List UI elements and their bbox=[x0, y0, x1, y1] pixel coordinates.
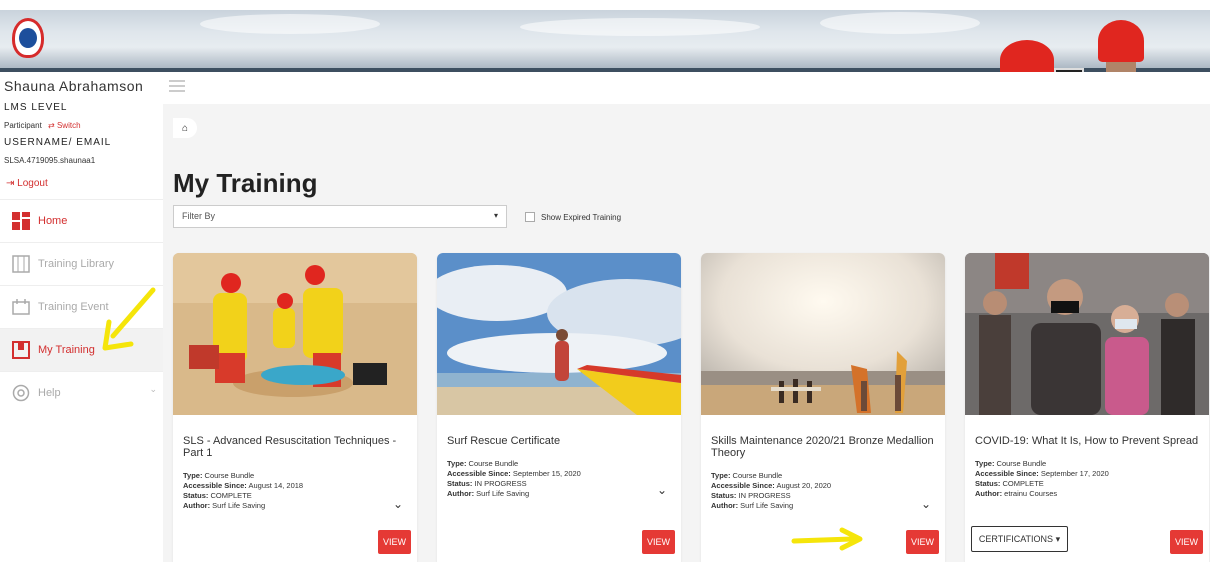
lifesaver-cap-2 bbox=[1098, 20, 1144, 62]
expand-chevron-icon[interactable]: ⌄ bbox=[393, 497, 403, 511]
card-status: IN PROGRESS bbox=[474, 479, 527, 488]
filter-select[interactable]: Filter By ▾ bbox=[173, 205, 507, 228]
card-type: Course Bundle bbox=[732, 471, 783, 480]
card-type: Course Bundle bbox=[468, 459, 519, 468]
training-card: Skills Maintenance 2020/21 Bronze Medall… bbox=[701, 253, 945, 562]
username-value: SLSA.4719095.shaunaa1 bbox=[4, 156, 96, 165]
library-icon bbox=[12, 255, 30, 273]
card-title: Surf Rescue Certificate bbox=[447, 435, 561, 447]
chevron-down-icon: ▾ bbox=[493, 211, 498, 220]
card-status: COMPLETE bbox=[210, 491, 252, 500]
card-title: SLS - Advanced Resuscitation Techniques … bbox=[183, 435, 397, 459]
show-expired-checkbox[interactable] bbox=[525, 212, 535, 222]
event-icon bbox=[12, 299, 30, 315]
hamburger-menu-icon[interactable] bbox=[169, 80, 185, 94]
training-card: Surf Rescue Certificate Type: Course Bun… bbox=[437, 253, 681, 562]
card-type: Course Bundle bbox=[204, 471, 255, 480]
sidebar-item-label: My Training bbox=[38, 344, 95, 356]
caret-down-icon: ▾ bbox=[1053, 533, 1061, 544]
lms-level-label: LMS LEVEL bbox=[4, 102, 68, 113]
logout-link[interactable]: ⇥ Logout bbox=[6, 178, 48, 189]
main-content: ⌂ My Training Filter By ▾ Show Expired T… bbox=[163, 72, 1210, 562]
switch-link[interactable]: ⇄ Switch bbox=[48, 121, 81, 130]
card-author: Surf Life Saving bbox=[212, 501, 266, 510]
home-icon bbox=[12, 212, 30, 230]
card-since: September 17, 2020 bbox=[1040, 469, 1109, 478]
header-banner bbox=[0, 10, 1210, 72]
certifications-button[interactable]: CERTIFICATIONS ▾ bbox=[971, 526, 1068, 552]
show-expired-label: Show Expired Training bbox=[541, 212, 622, 222]
sidebar-item-help[interactable]: Help ⌄ bbox=[0, 371, 163, 414]
sidebar-item-home[interactable]: Home bbox=[0, 199, 163, 242]
banner-cloud bbox=[820, 12, 980, 34]
card-title: COVID-19: What It Is, How to Prevent Spr… bbox=[975, 435, 1199, 447]
view-button[interactable]: VIEW bbox=[642, 530, 675, 554]
sidebar-item-training-library[interactable]: Training Library bbox=[0, 242, 163, 285]
card-image bbox=[701, 253, 945, 415]
card-meta: Type: Course Bundle Accessible Since: Se… bbox=[447, 459, 581, 498]
sidebar-item-label: Home bbox=[38, 215, 68, 227]
card-author: Surf Life Saving bbox=[740, 501, 794, 510]
card-type: Course Bundle bbox=[996, 459, 1047, 468]
sidebar-item-label: Training Library bbox=[38, 258, 115, 270]
top-bar bbox=[163, 72, 1210, 104]
card-image bbox=[965, 253, 1209, 415]
chevron-down-icon: ⌄ bbox=[149, 384, 157, 394]
card-status: IN PROGRESS bbox=[738, 491, 791, 500]
banner-cloud bbox=[520, 18, 760, 36]
expand-chevron-icon[interactable]: ⌄ bbox=[921, 497, 931, 511]
user-name: Shauna Abrahamson bbox=[4, 78, 144, 94]
view-button[interactable]: VIEW bbox=[1170, 530, 1203, 554]
card-since: August 20, 2020 bbox=[776, 481, 832, 490]
card-author: etrainu Courses bbox=[1004, 489, 1058, 498]
training-card: COVID-19: What It Is, How to Prevent Spr… bbox=[965, 253, 1209, 562]
card-since: September 15, 2020 bbox=[512, 469, 581, 478]
card-image bbox=[173, 253, 417, 415]
my-training-icon bbox=[12, 341, 30, 359]
card-title: Skills Maintenance 2020/21 Bronze Medall… bbox=[711, 435, 934, 459]
card-author: Surf Life Saving bbox=[476, 489, 530, 498]
card-meta: Type: Course Bundle Accessible Since: Au… bbox=[183, 471, 304, 510]
page-title: My Training bbox=[173, 168, 318, 198]
participant-label: Participant bbox=[4, 121, 42, 130]
sls-logo[interactable] bbox=[12, 18, 44, 58]
logout-icon: ⇥ bbox=[6, 178, 15, 189]
view-button[interactable]: VIEW bbox=[378, 530, 411, 554]
annotation-arrow-icon bbox=[791, 527, 863, 551]
breadcrumb-home[interactable]: ⌂ bbox=[173, 118, 197, 138]
certifications-label: CERTIFICATIONS bbox=[978, 534, 1054, 544]
card-image bbox=[437, 253, 681, 415]
help-icon bbox=[12, 384, 30, 402]
filter-select-value: Filter By bbox=[182, 211, 216, 221]
card-meta: Type: Course Bundle Accessible Since: Au… bbox=[711, 471, 832, 510]
username-label: USERNAME/ EMAIL bbox=[4, 137, 112, 148]
card-meta: Type: Course Bundle Accessible Since: Se… bbox=[975, 459, 1109, 498]
card-status: COMPLETE bbox=[1002, 479, 1044, 488]
view-button[interactable]: VIEW bbox=[906, 530, 939, 554]
sidebar-item-label: Help bbox=[38, 387, 61, 399]
banner-cloud bbox=[200, 14, 380, 34]
expand-chevron-icon[interactable]: ⌄ bbox=[657, 483, 667, 497]
show-expired-toggle[interactable]: Show Expired Training bbox=[525, 212, 621, 222]
card-since: August 14, 2018 bbox=[248, 481, 304, 490]
lifesaver-cap-1 bbox=[1000, 40, 1054, 72]
training-card: SLS - Advanced Resuscitation Techniques … bbox=[173, 253, 417, 562]
home-icon: ⌂ bbox=[181, 122, 189, 134]
annotation-arrow-icon bbox=[102, 287, 156, 351]
participant-row: Participant ⇄ Switch bbox=[4, 121, 81, 130]
